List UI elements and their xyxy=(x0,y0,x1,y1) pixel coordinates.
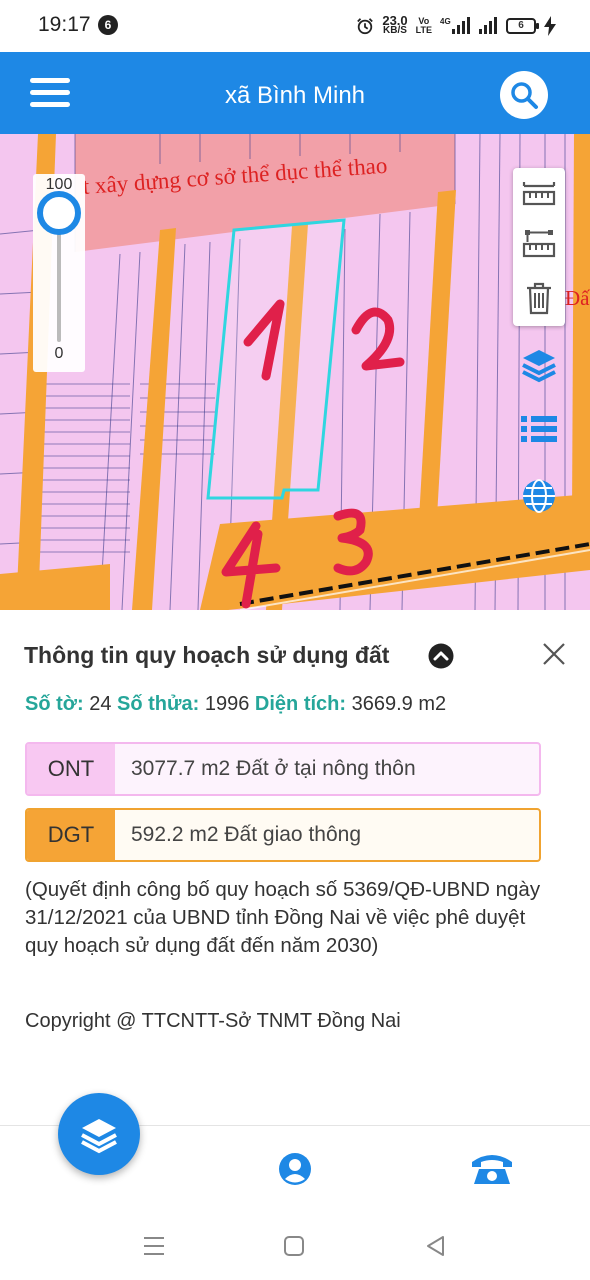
so-to-label: Số tờ: xyxy=(25,693,84,715)
dien-tich-value: 3669.9 m2 xyxy=(351,693,447,715)
land-use-code: DGT xyxy=(27,810,115,860)
home-icon[interactable] xyxy=(281,1233,307,1259)
layers-fab-button[interactable] xyxy=(58,1093,140,1175)
layers-icon[interactable] xyxy=(519,346,559,386)
list-icon[interactable] xyxy=(519,409,559,449)
notification-badge: 6 xyxy=(98,15,118,35)
dien-tich-label: Diện tích: xyxy=(254,693,347,715)
signal-icon xyxy=(479,17,497,34)
android-system-nav xyxy=(0,1215,590,1280)
land-use-info-panel: Thông tin quy hoạch sử dụng đất Số tờ: 2… xyxy=(0,610,590,1125)
land-use-row-dgt: DGT 592.2 m2 Đất giao thông xyxy=(25,808,541,862)
layers-icon xyxy=(81,1119,117,1154)
zoom-thumb[interactable] xyxy=(37,191,81,235)
land-use-row-ont: ONT 3077.7 m2 Đất ở tại nông thôn xyxy=(25,742,541,796)
zoom-track[interactable] xyxy=(57,222,61,342)
recent-apps-icon[interactable] xyxy=(141,1233,167,1259)
map-canvas[interactable] xyxy=(0,134,590,610)
user-icon[interactable] xyxy=(278,1152,312,1186)
so-thua-value: 1996 xyxy=(204,693,250,715)
road-5 xyxy=(572,134,590,516)
alarm-icon xyxy=(357,18,374,35)
trash-icon[interactable] xyxy=(521,280,557,316)
search-button[interactable] xyxy=(500,71,548,119)
signal-4g-icon: 4G xyxy=(440,17,470,34)
net-speed: 23.0 KB/S xyxy=(382,13,408,36)
map-tools xyxy=(513,168,565,326)
bottom-nav xyxy=(0,1093,590,1215)
map-view[interactable]: t xây dựng cơ sở thể dục thể thao Đấ 100… xyxy=(0,134,590,610)
measure-distance-icon[interactable] xyxy=(521,176,557,212)
panel-title: Thông tin quy hoạch sử dụng đất xyxy=(24,642,390,668)
parcel-summary: Số tờ: 24 Số thửa: 1996 Diện tích: 3669.… xyxy=(25,693,446,716)
measure-area-icon[interactable] xyxy=(521,226,557,262)
status-time: 19:17 xyxy=(38,13,91,36)
back-icon[interactable] xyxy=(423,1233,449,1259)
zone-label-right: Đấ xyxy=(565,286,590,310)
decision-note: (Quyết định công bố quy hoạch số 5369/QĐ… xyxy=(25,878,541,957)
land-use-description: 3077.7 m2 Đất ở tại nông thôn xyxy=(131,757,416,780)
charging-icon xyxy=(544,16,556,36)
search-icon xyxy=(511,82,538,109)
chevron-up-circle-icon[interactable] xyxy=(428,643,454,669)
so-to-value: 24 xyxy=(89,693,112,715)
status-bar: 19:17 6 23.0 KB/S Vo LTE 4G 6 xyxy=(0,0,590,52)
phone-icon[interactable] xyxy=(470,1150,514,1186)
land-use-code: ONT xyxy=(27,744,115,794)
close-icon[interactable] xyxy=(540,640,568,668)
globe-icon[interactable] xyxy=(519,476,559,516)
copyright: Copyright @ TTCNTT-Sở TNMT Đồng Nai xyxy=(25,1010,401,1032)
zoom-slider[interactable]: 100 0 xyxy=(33,174,85,372)
app-header: xã Bình Minh xyxy=(0,52,590,134)
network-type-label: 4G xyxy=(440,17,451,26)
status-icons: 23.0 KB/S Vo LTE 4G 6 xyxy=(356,12,556,40)
so-thua-label: Số thửa: xyxy=(117,693,200,715)
battery-indicator: 6 xyxy=(506,18,539,34)
zoom-min-label: 0 xyxy=(54,345,64,362)
land-use-description: 592.2 m2 Đất giao thông xyxy=(131,823,361,846)
volte-indicator: Vo LTE xyxy=(415,16,432,35)
